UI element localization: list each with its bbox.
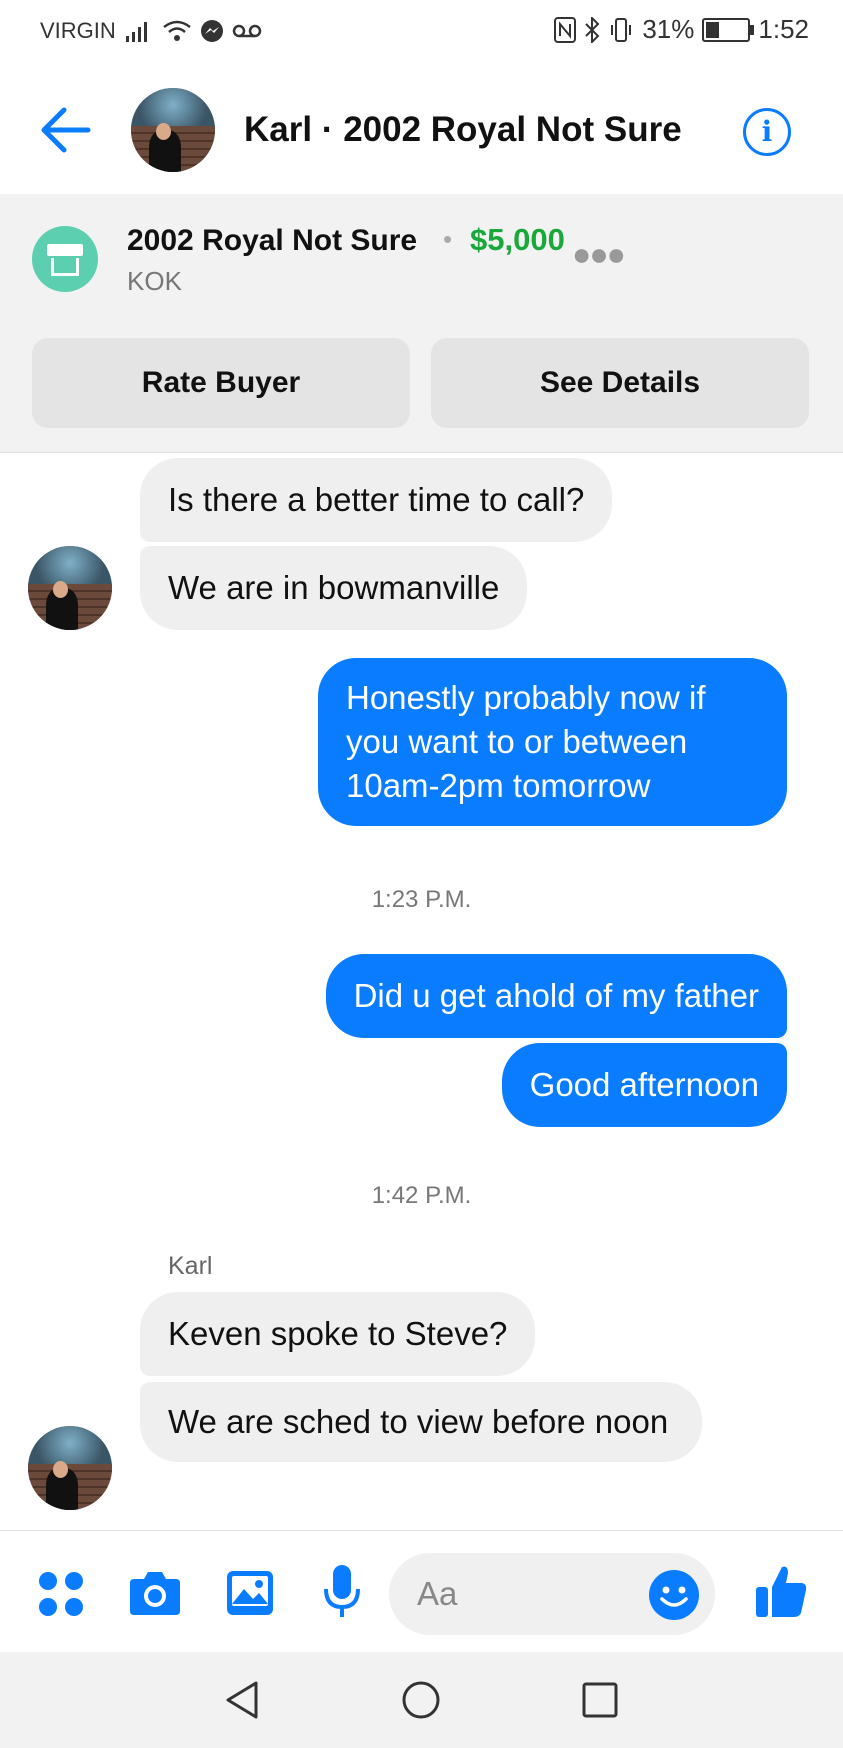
nfc-icon bbox=[554, 16, 577, 43]
system-nav-bar bbox=[0, 1652, 843, 1748]
info-icon[interactable]: i bbox=[743, 108, 791, 156]
camera-icon[interactable] bbox=[128, 1569, 182, 1617]
message-bubble-outgoing[interactable]: Honestly probably now if you want to or … bbox=[318, 658, 787, 826]
apps-icon[interactable] bbox=[38, 1571, 84, 1617]
battery-percent: 31% bbox=[642, 14, 695, 44]
listing-seller: KOK bbox=[127, 266, 182, 296]
avatar[interactable] bbox=[28, 1426, 112, 1510]
separator-dot: • bbox=[443, 224, 453, 254]
image-icon[interactable] bbox=[225, 1569, 275, 1617]
conversation-title[interactable]: Karl · 2002 Royal Not Sure bbox=[244, 110, 682, 150]
conversation-header: Karl · 2002 Royal Not Sure i bbox=[0, 66, 843, 194]
marketplace-shop-icon bbox=[32, 226, 98, 292]
messenger-icon bbox=[200, 20, 223, 42]
listing-panel: 2002 Royal Not Sure • $5,000 ●●● KOK Rat… bbox=[0, 194, 843, 453]
message-bubble-incoming[interactable]: Keven spoke to Steve? bbox=[140, 1292, 536, 1376]
timestamp: 1:23 P.M. bbox=[371, 886, 472, 913]
message-bubble-incoming[interactable]: We are in bowmanville bbox=[140, 546, 528, 630]
vibrate-icon bbox=[611, 17, 632, 42]
see-details-button[interactable]: See Details bbox=[431, 338, 809, 428]
message-bubble-incoming[interactable]: We are sched to view before noon bbox=[140, 1382, 702, 1462]
home-circle-icon[interactable] bbox=[401, 1680, 441, 1720]
battery-icon bbox=[702, 17, 755, 42]
voicemail-icon bbox=[232, 24, 262, 38]
thumbs-up-icon[interactable] bbox=[754, 1563, 808, 1621]
listing-title[interactable]: 2002 Royal Not Sure bbox=[127, 224, 417, 258]
clock: 1:52 bbox=[758, 14, 809, 44]
message-bubble-outgoing[interactable]: Good afternoon bbox=[501, 1043, 787, 1127]
recents-square-icon[interactable] bbox=[582, 1682, 618, 1718]
signal-icon bbox=[125, 22, 147, 42]
rate-buyer-button[interactable]: Rate Buyer bbox=[32, 338, 410, 428]
status-bar: VIRGIN 31% 1:52 bbox=[0, 0, 843, 66]
composer-bar bbox=[0, 1530, 843, 1653]
back-triangle-icon[interactable] bbox=[224, 1680, 260, 1720]
message-bubble-outgoing[interactable]: Did u get ahold of my father bbox=[325, 954, 787, 1038]
status-left: VIRGIN bbox=[40, 18, 262, 44]
bluetooth-icon bbox=[585, 16, 600, 43]
avatar[interactable] bbox=[28, 546, 112, 630]
message-bubble-incoming[interactable]: Is there a better time to call? bbox=[140, 458, 613, 542]
avatar[interactable] bbox=[131, 88, 215, 172]
timestamp: 1:42 P.M. bbox=[371, 1182, 472, 1209]
status-right: 31% 1:52 bbox=[554, 14, 809, 45]
wifi-icon bbox=[163, 20, 191, 41]
carrier-label: VIRGIN bbox=[40, 18, 116, 43]
emoji-icon[interactable] bbox=[648, 1569, 700, 1621]
microphone-icon[interactable] bbox=[322, 1563, 362, 1621]
listing-price: $5,000 bbox=[470, 222, 565, 257]
arrow-left-icon[interactable] bbox=[38, 106, 92, 154]
sender-name: Karl bbox=[168, 1252, 213, 1280]
more-dots-icon[interactable]: ●●● bbox=[572, 236, 626, 273]
